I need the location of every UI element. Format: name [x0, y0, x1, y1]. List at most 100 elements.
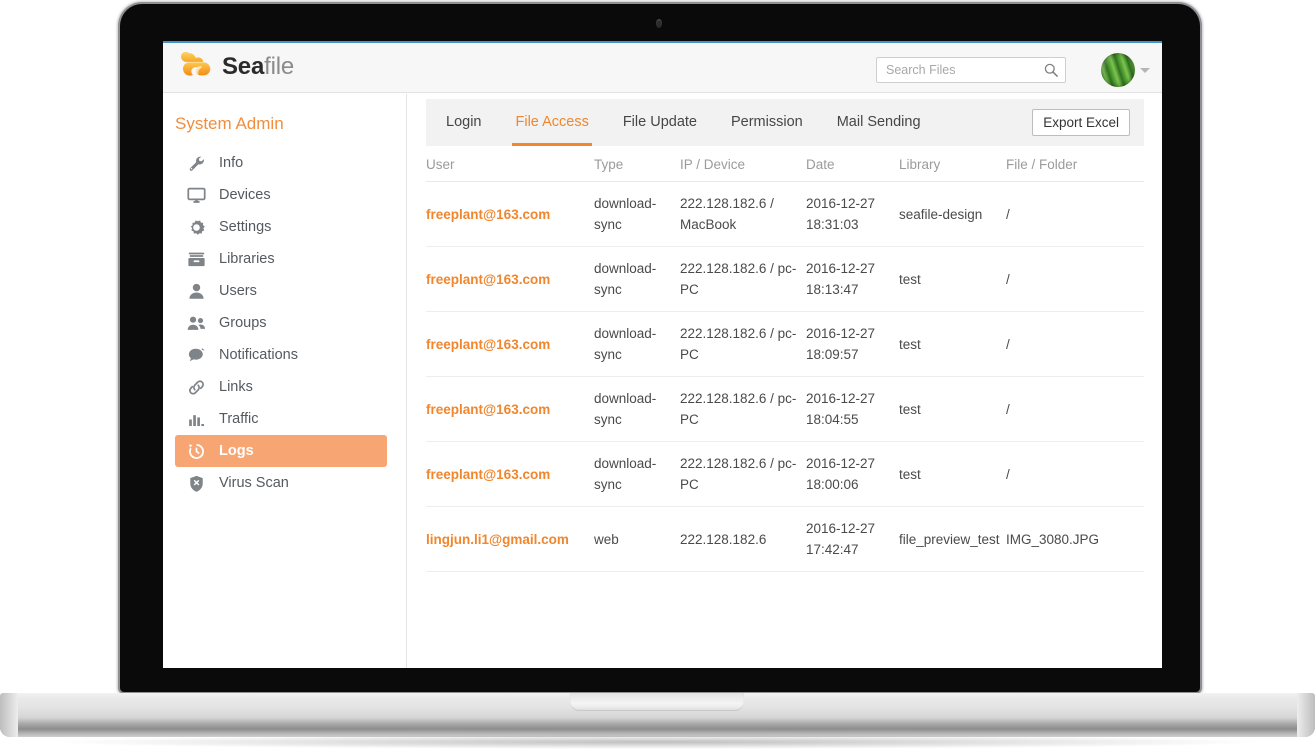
browser-viewport: Seafile System Admin — [163, 41, 1162, 668]
cell-file-folder: / — [1006, 442, 1144, 507]
sidebar-item-label: Links — [219, 379, 253, 395]
sidebar-item-label: Virus Scan — [219, 475, 289, 491]
cell-user[interactable]: freeplant@163.com — [426, 377, 594, 442]
cell-file-folder: / — [1006, 182, 1144, 247]
tab-permission[interactable]: Permission — [714, 99, 820, 146]
bar-chart-icon — [185, 408, 207, 430]
account-menu[interactable] — [1101, 53, 1150, 87]
column-header-type: Type — [594, 151, 680, 182]
cell-type: web — [594, 507, 680, 572]
shield-x-icon — [185, 472, 207, 494]
column-header-file-folder: File / Folder — [1006, 151, 1144, 182]
cell-file-folder: / — [1006, 312, 1144, 377]
sidebar-item-label: Info — [219, 155, 243, 171]
sidebar-item-logs[interactable]: Logs — [175, 435, 387, 467]
user-link[interactable]: freeplant@163.com — [426, 467, 550, 482]
cell-date: 2016-12-27 18:13:47 — [806, 247, 899, 312]
cell-type: download-sync — [594, 182, 680, 247]
chain-link-icon — [185, 376, 207, 398]
cell-file-folder: IMG_3080.JPG — [1006, 507, 1144, 572]
column-header-library: Library — [899, 151, 1006, 182]
cell-library: test — [899, 247, 1006, 312]
seafile-cloud-logo-icon — [174, 48, 218, 86]
wrench-icon — [185, 152, 207, 174]
tab-login[interactable]: Login — [426, 99, 498, 146]
sidebar-item-users[interactable]: Users — [175, 275, 387, 307]
sidebar-item-links[interactable]: Links — [175, 371, 387, 403]
sidebar-item-settings[interactable]: Settings — [175, 211, 387, 243]
sidebar-item-virus-scan[interactable]: Virus Scan — [175, 467, 387, 499]
cell-ip-device: 222.128.182.6 / pc-PC — [680, 442, 806, 507]
table-row: freeplant@163.com download-sync 222.128.… — [426, 182, 1144, 247]
sidebar-item-notifications[interactable]: Notifications — [175, 339, 387, 371]
sidebar-item-libraries[interactable]: Libraries — [175, 243, 387, 275]
sidebar-item-label: Groups — [219, 315, 267, 331]
tab-mail-sending[interactable]: Mail Sending — [820, 99, 938, 146]
sidebar-item-label: Devices — [219, 187, 271, 203]
cell-library: test — [899, 312, 1006, 377]
cell-date: 2016-12-27 18:31:03 — [806, 182, 899, 247]
cell-user[interactable]: freeplant@163.com — [426, 312, 594, 377]
sidebar-item-traffic[interactable]: Traffic — [175, 403, 387, 435]
tab-file-update[interactable]: File Update — [606, 99, 714, 146]
table-row: freeplant@163.com download-sync 222.128.… — [426, 247, 1144, 312]
cell-user[interactable]: freeplant@163.com — [426, 182, 594, 247]
file-access-log-table: User Type IP / Device Date Library File … — [426, 151, 1144, 572]
column-header-date: Date — [806, 151, 899, 182]
archive-box-icon — [185, 248, 207, 270]
speech-bubble-icon — [185, 344, 207, 366]
user-link[interactable]: freeplant@163.com — [426, 207, 550, 222]
user-link[interactable]: freeplant@163.com — [426, 402, 550, 417]
log-tabs: Login File Access File Update Permission… — [426, 99, 1144, 146]
tab-file-access[interactable]: File Access — [498, 99, 605, 146]
logo-text-sea: Sea — [222, 53, 264, 80]
cell-type: download-sync — [594, 377, 680, 442]
table-header-row: User Type IP / Device Date Library File … — [426, 151, 1144, 182]
app-header: Seafile — [163, 43, 1162, 93]
cell-user[interactable]: freeplant@163.com — [426, 247, 594, 312]
gear-icon — [185, 216, 207, 238]
sidebar-item-devices[interactable]: Devices — [175, 179, 387, 211]
users-group-icon — [185, 312, 207, 334]
user-link[interactable]: freeplant@163.com — [426, 272, 550, 287]
cell-date: 2016-12-27 18:09:57 — [806, 312, 899, 377]
user-link[interactable]: lingjun.li1@gmail.com — [426, 532, 569, 547]
cell-library: seafile-design — [899, 182, 1006, 247]
sidebar-item-label: Notifications — [219, 347, 298, 363]
sidebar-item-label: Settings — [219, 219, 271, 235]
cell-file-folder: / — [1006, 377, 1144, 442]
table-row: freeplant@163.com download-sync 222.128.… — [426, 312, 1144, 377]
search-box[interactable] — [876, 57, 1066, 83]
cell-type: download-sync — [594, 247, 680, 312]
seafile-logo-link[interactable]: Seafile — [174, 48, 294, 86]
table-row: freeplant@163.com download-sync 222.128.… — [426, 442, 1144, 507]
sidebar: System Admin Info Devices — [163, 94, 407, 668]
user-link[interactable]: freeplant@163.com — [426, 337, 550, 352]
cell-ip-device: 222.128.182.6 / MacBook — [680, 182, 806, 247]
sidebar-item-info[interactable]: Info — [175, 147, 387, 179]
chevron-down-icon[interactable] — [1140, 68, 1150, 73]
cell-ip-device: 222.128.182.6 / pc-PC — [680, 377, 806, 442]
sidebar-item-label: Libraries — [219, 251, 275, 267]
cell-type: download-sync — [594, 312, 680, 377]
cell-user[interactable]: freeplant@163.com — [426, 442, 594, 507]
table-row: lingjun.li1@gmail.com web 222.128.182.6 … — [426, 507, 1144, 572]
webcam-icon — [656, 19, 662, 28]
search-input[interactable] — [884, 58, 1034, 82]
main-content: Login File Access File Update Permission… — [408, 94, 1162, 668]
sidebar-item-label: Users — [219, 283, 257, 299]
export-excel-button[interactable]: Export Excel — [1032, 109, 1130, 136]
user-icon — [185, 280, 207, 302]
avatar[interactable] — [1101, 53, 1135, 87]
sidebar-item-label: Traffic — [219, 411, 258, 427]
cell-user[interactable]: lingjun.li1@gmail.com — [426, 507, 594, 572]
monitor-icon — [185, 184, 207, 206]
sidebar-item-groups[interactable]: Groups — [175, 307, 387, 339]
logo-text-file: file — [264, 53, 294, 80]
search-icon[interactable] — [1044, 63, 1058, 77]
cell-ip-device: 222.128.182.6 — [680, 507, 806, 572]
column-header-ip-device: IP / Device — [680, 151, 806, 182]
cell-library: test — [899, 442, 1006, 507]
cell-ip-device: 222.128.182.6 / pc-PC — [680, 247, 806, 312]
cell-date: 2016-12-27 18:04:55 — [806, 377, 899, 442]
